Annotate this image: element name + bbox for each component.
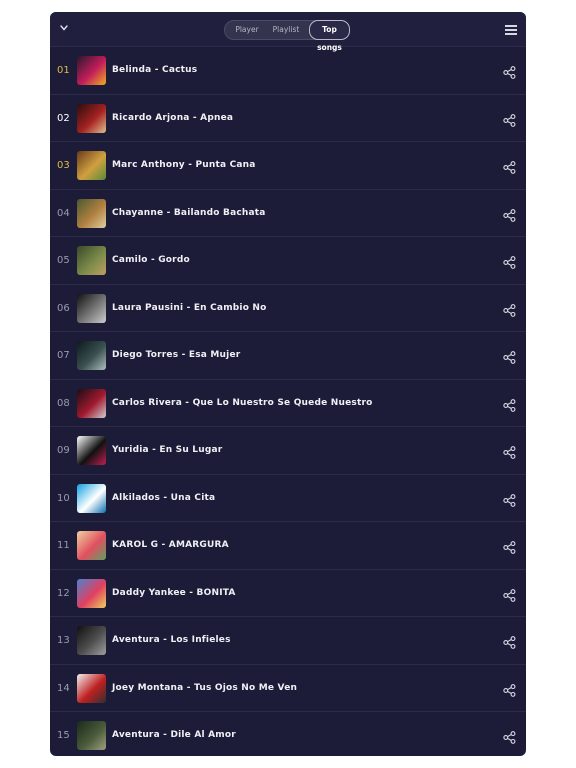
song-row[interactable]: 10 Alkilados - Una Cita: [50, 475, 526, 522]
song-title[interactable]: Marc Anthony - Punta Cana: [112, 142, 256, 189]
song-rank: 13: [57, 635, 70, 646]
song-row[interactable]: 01 Belinda - Cactus: [50, 47, 526, 95]
song-list: 01 Belinda - Cactus 02 Ricardo Arjona - Apn…: [50, 47, 526, 756]
song-rank: 10: [57, 492, 70, 504]
tab-playlist[interactable]: Playlist: [271, 21, 301, 39]
tab-player[interactable]: Player: [233, 21, 261, 39]
song-row[interactable]: 15 Aventura - Dile Al Amor: [50, 712, 526, 756]
album-art[interactable]: [77, 103, 106, 133]
share-icon[interactable]: [503, 682, 516, 697]
album-art[interactable]: [77, 151, 106, 180]
song-rank: 14: [57, 682, 70, 694]
album-art[interactable]: [77, 56, 106, 85]
album-art[interactable]: [77, 483, 106, 513]
share-icon[interactable]: [503, 444, 516, 459]
song-row[interactable]: 13 Aventura - Los Infieles: [50, 617, 526, 665]
song-row[interactable]: 11 KAROL G - AMARGURA: [50, 522, 526, 570]
album-art[interactable]: [77, 721, 106, 750]
album-art[interactable]: [77, 531, 106, 560]
song-title[interactable]: Laura Pausini - En Cambio No: [112, 285, 267, 332]
song-rank: 05: [57, 255, 70, 266]
share-icon[interactable]: [503, 349, 516, 364]
song-rank: 07: [57, 350, 70, 361]
song-title[interactable]: Ricardo Arjona - Apnea: [112, 95, 233, 142]
song-title[interactable]: Diego Torres - Esa Mujer: [112, 332, 240, 379]
song-row[interactable]: 04 Chayanne - Bailando Bachata: [50, 190, 526, 237]
album-art[interactable]: [77, 341, 106, 370]
tab-top-songs[interactable]: Top songs: [309, 20, 350, 52]
song-title[interactable]: Alkilados - Una Cita: [112, 475, 215, 522]
header-bar: Player Playlist Top songs: [50, 12, 526, 52]
top-songs-panel: Player Playlist Top songs 01 Belinda - Ca…: [50, 12, 526, 756]
tab-switcher: Player Playlist Top songs: [224, 20, 350, 52]
song-title[interactable]: Carlos Rivera - Que Lo Nuestro Se Quede …: [112, 380, 372, 427]
song-row[interactable]: 03 Marc Anthony - Punta Cana: [50, 142, 526, 190]
song-rank: 02: [57, 112, 70, 124]
chevron-down-icon[interactable]: [59, 23, 69, 33]
song-row[interactable]: 06 Laura Pausini - En Cambio No: [50, 285, 526, 332]
song-title[interactable]: Camilo - Gordo: [112, 237, 190, 284]
share-icon[interactable]: [503, 397, 516, 412]
share-icon[interactable]: [503, 207, 516, 222]
song-row[interactable]: 07 Diego Torres - Esa Mujer: [50, 332, 526, 380]
share-icon[interactable]: [503, 492, 516, 507]
share-icon[interactable]: [503, 302, 516, 317]
share-icon[interactable]: [503, 159, 516, 174]
share-icon[interactable]: [503, 634, 516, 649]
song-title[interactable]: KAROL G - AMARGURA: [112, 522, 229, 569]
song-title[interactable]: Aventura - Dile Al Amor: [112, 712, 236, 756]
song-row[interactable]: 14 Joey Montana - Tus Ojos No Me Ven: [50, 665, 526, 712]
song-title[interactable]: Belinda - Cactus: [112, 47, 197, 94]
song-row[interactable]: 02 Ricardo Arjona - Apnea: [50, 95, 526, 142]
share-icon[interactable]: [503, 112, 516, 127]
hamburger-menu-icon[interactable]: [505, 25, 517, 35]
song-title[interactable]: Yuridia - En Su Lugar: [112, 427, 222, 474]
song-rank: 04: [57, 207, 70, 219]
song-rank: 06: [57, 302, 70, 314]
album-art[interactable]: [77, 293, 106, 323]
share-icon[interactable]: [503, 729, 516, 744]
share-icon[interactable]: [503, 587, 516, 602]
song-rank: 12: [57, 587, 70, 599]
album-art[interactable]: [77, 673, 106, 703]
album-art[interactable]: [77, 198, 106, 228]
song-title[interactable]: Joey Montana - Tus Ojos No Me Ven: [112, 665, 297, 712]
song-title[interactable]: Chayanne - Bailando Bachata: [112, 190, 266, 237]
song-row[interactable]: 09 Yuridia - En Su Lugar: [50, 427, 526, 475]
song-row[interactable]: 12 Daddy Yankee - BONITA: [50, 570, 526, 617]
song-title[interactable]: Daddy Yankee - BONITA: [112, 570, 236, 617]
album-art[interactable]: [77, 246, 106, 275]
song-row[interactable]: 08 Carlos Rivera - Que Lo Nuestro Se Qued…: [50, 380, 526, 427]
song-rank: 09: [57, 445, 70, 456]
song-title[interactable]: Aventura - Los Infieles: [112, 617, 231, 664]
song-rank: 15: [57, 730, 70, 741]
share-icon[interactable]: [503, 254, 516, 269]
share-icon[interactable]: [503, 64, 516, 79]
song-rank: 01: [57, 65, 70, 76]
song-rank: 11: [57, 540, 70, 551]
album-art[interactable]: [77, 578, 106, 608]
song-rank: 08: [57, 397, 70, 409]
album-art[interactable]: [77, 436, 106, 465]
album-art[interactable]: [77, 626, 106, 655]
share-icon[interactable]: [503, 539, 516, 554]
album-art[interactable]: [77, 388, 106, 418]
song-rank: 03: [57, 160, 70, 171]
song-row[interactable]: 05 Camilo - Gordo: [50, 237, 526, 285]
